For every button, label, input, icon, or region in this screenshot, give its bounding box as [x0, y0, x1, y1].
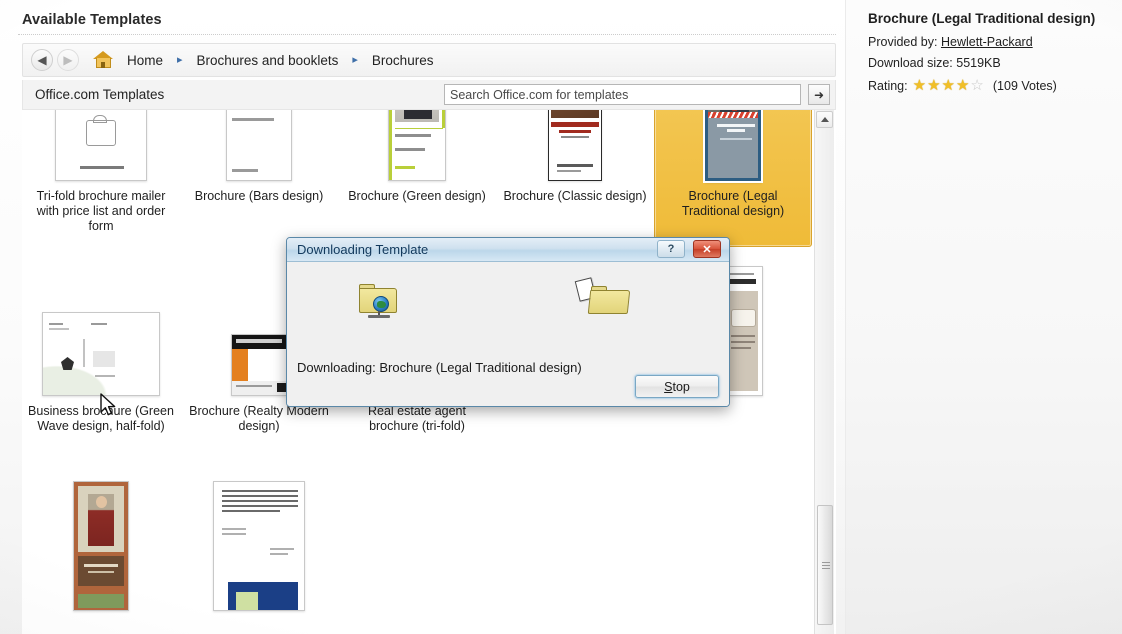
- vertical-scrollbar[interactable]: [814, 110, 834, 634]
- stop-button[interactable]: Stop: [635, 375, 719, 398]
- template-thumbnail: [73, 481, 129, 611]
- thumbnail-wrap: [705, 110, 761, 181]
- provided-by-label: Provided by:: [868, 35, 937, 49]
- template-thumbnail: [226, 110, 292, 181]
- template-tile[interactable]: Brochure (Green design): [338, 110, 496, 247]
- download-size: Download size: 5519KB: [868, 56, 1001, 70]
- details-pane: Brochure (Legal Traditional design) Prov…: [845, 0, 1122, 634]
- downloading-template-dialog: Downloading Template ? ✕: [286, 237, 730, 407]
- template-thumbnail: [388, 110, 446, 181]
- template-name: Brochure (Classic design): [503, 189, 646, 204]
- rating-star-1[interactable]: ★: [913, 78, 926, 93]
- dialog-title: Downloading Template: [297, 242, 428, 257]
- thumbnail-wrap: [388, 110, 446, 181]
- template-name: Real estate agent brochure (tri-fold): [343, 404, 491, 434]
- breadcrumb-item-home[interactable]: Home: [125, 53, 165, 68]
- rating-star-5[interactable]: ☆: [970, 78, 983, 93]
- provided-by-link[interactable]: Hewlett-Packard: [941, 35, 1033, 49]
- close-icon[interactable]: ✕: [693, 240, 721, 258]
- breadcrumb-item-brochures[interactable]: Brochures: [370, 53, 436, 68]
- template-name: Brochure (Green design): [348, 189, 486, 204]
- template-tile[interactable]: Tri-fold brochure mailer with price list…: [22, 110, 180, 247]
- template-name: Brochure (Realty Modern design): [185, 404, 333, 434]
- download-size-value: 5519KB: [956, 56, 1000, 70]
- template-thumbnail: [55, 110, 147, 181]
- template-tile[interactable]: Brochure (Classic design): [496, 110, 654, 247]
- breadcrumb-item-brochures-and-booklets[interactable]: Brochures and booklets: [195, 53, 341, 68]
- thumbnail-wrap: [226, 110, 292, 181]
- rating-row: Rating: ★★★★☆ (109 Votes): [868, 78, 1057, 93]
- breadcrumb: ◀ ▶ Home ▸ Brochures and booklets ▸ Broc…: [22, 43, 836, 77]
- template-thumbnail: [213, 481, 305, 611]
- home-icon[interactable]: [92, 50, 114, 70]
- template-tile-selected[interactable]: Brochure (Legal Traditional design): [654, 110, 812, 247]
- templates-window: Available Templates ◀ ▶ Home ▸ Brochures…: [0, 0, 1122, 634]
- search-input[interactable]: [444, 84, 801, 105]
- search-go-icon[interactable]: ➜: [808, 84, 830, 105]
- template-tile[interactable]: [180, 462, 338, 634]
- thumbnail-wrap: [231, 256, 287, 396]
- template-thumbnail: [548, 110, 602, 181]
- template-thumbnail: [231, 334, 287, 396]
- chevron-right-icon: ▸: [177, 55, 183, 66]
- office-templates-label: Office.com Templates: [35, 87, 164, 102]
- stop-button-label: Stop: [664, 380, 690, 394]
- dialog-titlebar[interactable]: Downloading Template ? ✕: [287, 238, 729, 262]
- title-divider: [18, 34, 836, 35]
- forward-arrow-icon[interactable]: ▶: [57, 49, 79, 71]
- rating-star-3[interactable]: ★: [942, 78, 955, 93]
- template-tile[interactable]: [22, 462, 180, 634]
- open-folder-icon: [585, 286, 631, 320]
- dialog-body: Downloading: Brochure (Legal Traditional…: [287, 262, 729, 407]
- template-thumbnail: [705, 110, 761, 181]
- page-title: Available Templates: [22, 12, 162, 28]
- thumbnail-wrap: [73, 471, 129, 611]
- thumbnail-wrap: [213, 471, 305, 611]
- details-title: Brochure (Legal Traditional design): [868, 11, 1118, 26]
- rating-label: Rating:: [868, 79, 908, 93]
- back-arrow-icon[interactable]: ◀: [31, 49, 53, 71]
- thumbnail-wrap: [42, 256, 160, 396]
- rating-star-2[interactable]: ★: [927, 78, 940, 93]
- rating-stars[interactable]: ★★★★☆: [913, 78, 984, 93]
- stop-label-rest: top: [672, 380, 689, 394]
- rating-star-4[interactable]: ★: [956, 78, 969, 93]
- thumbnail-wrap: [55, 110, 147, 181]
- provided-by: Provided by: Hewlett-Packard: [868, 35, 1033, 49]
- dialog-status-text: Downloading: Brochure (Legal Traditional…: [297, 360, 582, 375]
- thumbnail-wrap: [548, 110, 602, 181]
- mouse-pointer-icon: [99, 393, 119, 419]
- votes-count: (109 Votes): [993, 79, 1057, 93]
- scroll-up-arrow-icon[interactable]: [816, 111, 833, 128]
- help-icon[interactable]: ?: [657, 240, 685, 258]
- scrollbar-grip-icon: [822, 562, 830, 569]
- download-size-label: Download size:: [868, 56, 953, 70]
- chevron-right-icon: ▸: [352, 55, 358, 66]
- template-name: Tri-fold brochure mailer with price list…: [27, 189, 175, 234]
- office-templates-bar: Office.com Templates ➜: [22, 80, 836, 110]
- template-thumbnail: [42, 312, 160, 396]
- scrollbar-thumb[interactable]: [817, 505, 833, 625]
- network-folder-icon: [359, 284, 399, 320]
- template-tile[interactable]: Business brochure (Green Wave design, ha…: [22, 247, 180, 462]
- template-name: Brochure (Legal Traditional design): [659, 189, 807, 219]
- template-name: Brochure (Bars design): [195, 189, 324, 204]
- template-tile[interactable]: Brochure (Bars design): [180, 110, 338, 247]
